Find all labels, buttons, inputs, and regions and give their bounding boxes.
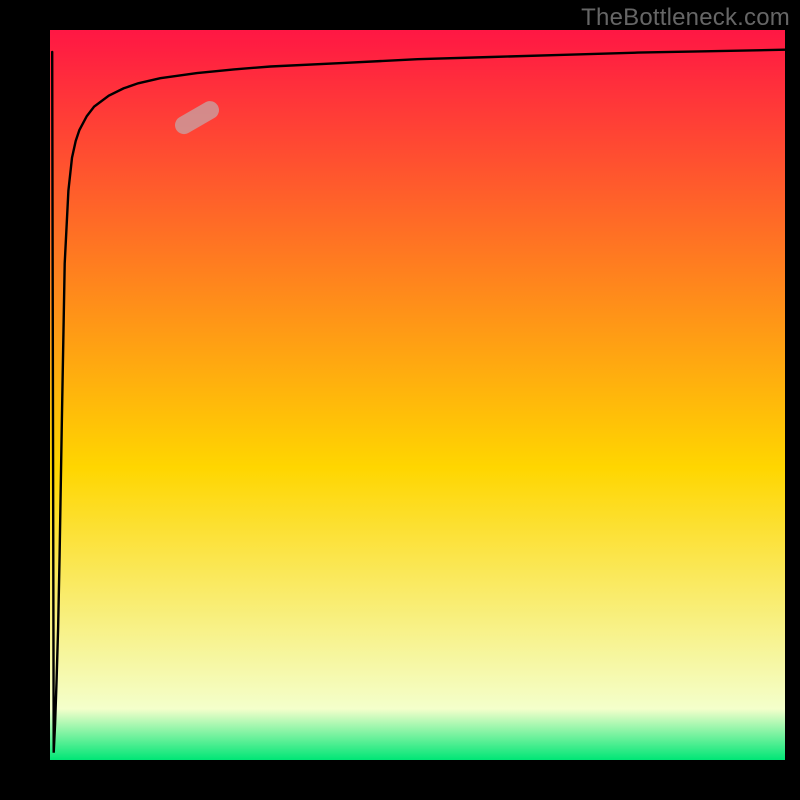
attribution-text: TheBottleneck.com bbox=[581, 4, 790, 32]
plot-area bbox=[50, 30, 785, 760]
bottleneck-chart bbox=[0, 0, 800, 800]
